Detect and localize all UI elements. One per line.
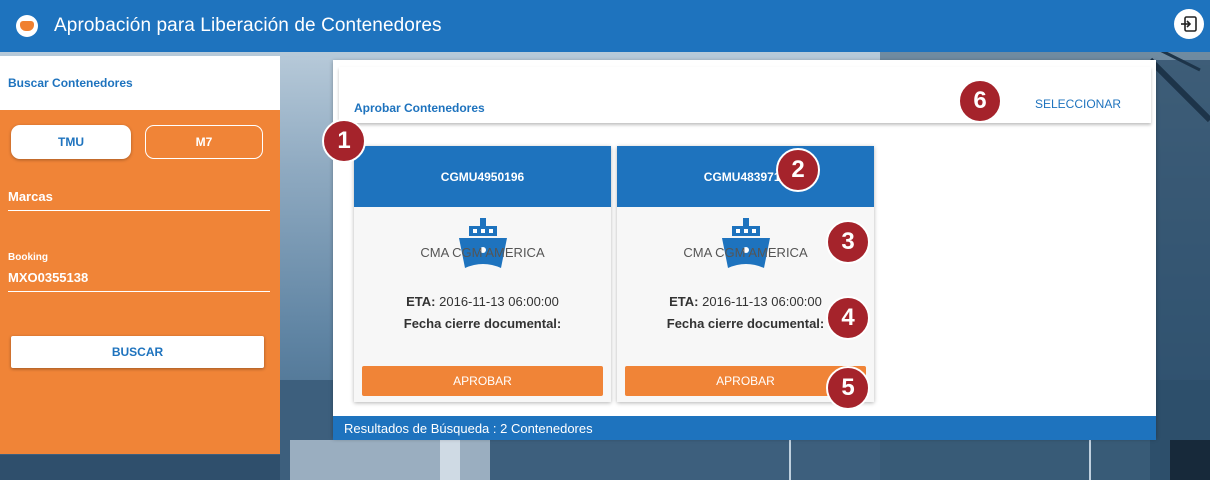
ship-info: CMA CGM AMERICA bbox=[354, 216, 611, 272]
app-title: Aprobación para Liberación de Contenedor… bbox=[54, 15, 442, 36]
marker-5: 5 bbox=[826, 366, 870, 410]
terminal-tabs: TMU M7 bbox=[11, 125, 263, 159]
eta-label: ETA: bbox=[406, 294, 436, 309]
eta-value: 2016-11-13 06:00:00 bbox=[439, 294, 559, 309]
ship-icon bbox=[458, 218, 507, 268]
ship-name: CMA CGM AMERICA bbox=[420, 245, 545, 260]
booking-field[interactable]: MXO0355138 bbox=[8, 270, 270, 292]
search-button[interactable]: BUSCAR bbox=[11, 336, 264, 368]
tab-m7[interactable]: M7 bbox=[145, 125, 263, 159]
panel-header: Aprobar Contenedores SELECCIONAR bbox=[339, 67, 1151, 123]
booking-label: Booking bbox=[8, 252, 48, 263]
marker-3: 3 bbox=[826, 220, 870, 264]
sidebar-title: Buscar Contenedores bbox=[0, 56, 280, 110]
logout-icon bbox=[1181, 16, 1197, 32]
logout-button[interactable] bbox=[1174, 9, 1204, 39]
approve-button[interactable]: APROBAR bbox=[362, 366, 603, 396]
eta-label: ETA: bbox=[669, 294, 699, 309]
marker-2: 2 bbox=[776, 148, 820, 192]
marker-6: 6 bbox=[958, 79, 1002, 123]
results-bar: Resultados de Búsqueda : 2 Contenedores bbox=[333, 416, 1156, 440]
marcas-field[interactable]: Marcas bbox=[8, 189, 270, 211]
container-card[interactable]: CGMU4839710 CMA CGM AMERICA ETA: 2016-11… bbox=[617, 146, 874, 402]
container-card[interactable]: CGMU4950196 CMA CGM AMERICA ETA: 2016-11… bbox=[354, 146, 611, 402]
search-sidebar: Buscar Contenedores TMU M7 Marcas Bookin… bbox=[0, 56, 280, 454]
container-number: CGMU4839710 bbox=[617, 146, 874, 207]
approve-panel: Aprobar Contenedores SELECCIONAR CGMU495… bbox=[333, 60, 1156, 440]
marker-1: 1 bbox=[322, 119, 366, 163]
ship-icon bbox=[721, 218, 770, 268]
panel-title: Aprobar Contenedores bbox=[354, 101, 485, 115]
select-button[interactable]: SELECCIONAR bbox=[1035, 97, 1121, 111]
eta-value: 2016-11-13 06:00:00 bbox=[702, 294, 822, 309]
eta-text: ETA: 2016-11-13 06:00:00 bbox=[354, 294, 611, 309]
app-logo-icon bbox=[16, 15, 38, 37]
container-number: CGMU4950196 bbox=[354, 146, 611, 207]
app-header: Aprobación para Liberación de Contenedor… bbox=[0, 0, 1210, 52]
marker-4: 4 bbox=[826, 296, 870, 340]
tab-tmu[interactable]: TMU bbox=[11, 125, 131, 159]
fecha-cierre-label: Fecha cierre documental: bbox=[403, 316, 562, 331]
